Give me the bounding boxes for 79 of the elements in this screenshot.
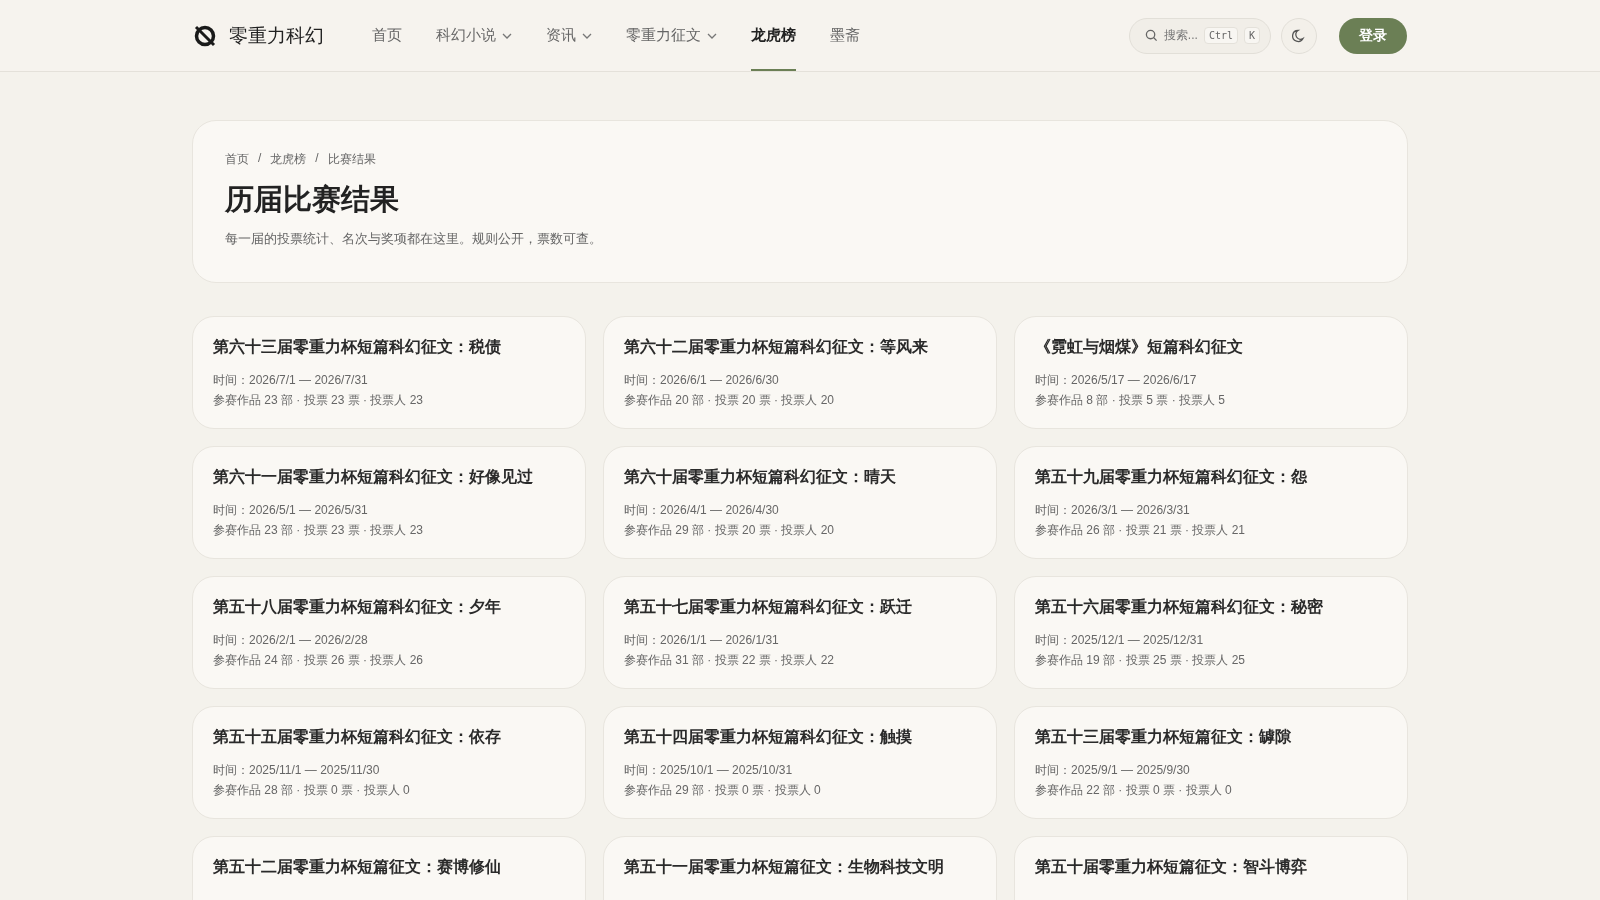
contest-stats: 参赛作品 22 部 · 投票 0 票 · 投票人 0 [1035, 782, 1233, 799]
contest-dates: 时间：2025/9/1 — 2025/9/30 [1035, 762, 1191, 779]
contest-card[interactable]: 第六十二届零重力杯短篇科幻征文：等风来 时间：2026/6/1 — 2026/6/30 参赛作品 20 部 · 投票 20 票 · 投票人 20 [603, 316, 997, 429]
contest-stats: 参赛作品 26 部 · 投票 21 票 · 投票人 21 [1035, 522, 1247, 539]
contest-card[interactable]: 第五十三届零重力杯短篇征文：罅隙 时间：2025/9/1 — 2025/9/30 参赛作品 22 部 · 投票 0 票 · 投票人 0 [1014, 706, 1408, 819]
contest-dates: 时间：2026/4/1 — 2026/4/30 [624, 502, 780, 519]
breadcrumb-separator: / [258, 151, 262, 167]
contest-title: 第五十九届零重力杯短篇科幻征文：怨 [1035, 467, 1308, 488]
contest-title: 第六十二届零重力杯短篇科幻征文：等风来 [624, 337, 929, 358]
contest-card[interactable]: 《霓虹与烟煤》短篇科幻征文 时间：2026/5/17 — 2026/6/17 参赛作品 8 部 · 投票 5 票 · 投票人 5 [1014, 316, 1408, 429]
contest-title: 第六十一届零重力杯短篇科幻征文：好像见过 [213, 467, 534, 488]
contest-title: 第五十二届零重力杯短篇征文：赛博修仙 [213, 857, 502, 878]
contest-title: 第五十一届零重力杯短篇征文：生物科技文明 [624, 857, 945, 878]
page-title: 历届比赛结果 [225, 181, 400, 218]
contest-title: 第五十四届零重力杯短篇科幻征文：触摸 [624, 727, 913, 748]
shortcut-key: K [1243, 27, 1260, 44]
nav-link[interactable]: 龙虎榜 [751, 0, 796, 71]
contest-stats: 参赛作品 29 部 · 投票 0 票 · 投票人 0 [624, 782, 822, 799]
nav-link[interactable]: 首页 [372, 0, 402, 71]
contest-stats: 参赛作品 23 部 · 投票 23 票 · 投票人 23 [213, 392, 425, 409]
shortcut-key: Ctrl [1203, 27, 1238, 44]
contest-stats: 参赛作品 8 部 · 投票 5 票 · 投票人 5 [1035, 392, 1227, 409]
contest-dates: 时间：2026/1/1 — 2026/1/31 [624, 632, 780, 649]
nav-link[interactable]: 墨斋 [830, 0, 860, 71]
contest-stats: 参赛作品 23 部 · 投票 23 票 · 投票人 23 [213, 522, 425, 539]
contest-title: 第五十五届零重力杯短篇科幻征文：依存 [213, 727, 502, 748]
contest-stats: 参赛作品 19 部 · 投票 25 票 · 投票人 25 [1035, 652, 1247, 669]
contest-card[interactable]: 第五十六届零重力杯短篇科幻征文：秘密 时间：2025/12/1 — 2025/12/31 参赛作品 19 部 · 投票 25 票 · 投票人 25 [1014, 576, 1408, 689]
contest-title: 第五十七届零重力杯短篇科幻征文：跃迁 [624, 597, 913, 618]
contest-dates: 时间：2026/6/1 — 2026/6/30 [624, 372, 780, 389]
contest-stats: 参赛作品 20 部 · 投票 20 票 · 投票人 20 [624, 392, 836, 409]
contest-title: 第五十八届零重力杯短篇科幻征文：夕年 [213, 597, 502, 618]
contest-title: 第六十届零重力杯短篇科幻征文：晴天 [624, 467, 897, 488]
contest-dates: 时间：2025/11/1 — 2025/11/30 [213, 762, 381, 779]
chevron-down-icon [582, 32, 592, 39]
breadcrumb-separator: / [315, 151, 319, 167]
breadcrumb-link[interactable]: 比赛结果 [327, 151, 376, 168]
contest-title: 第五十六届零重力杯短篇科幻征文：秘密 [1035, 597, 1324, 618]
nav-link[interactable]: 资讯 [546, 0, 592, 71]
contest-stats: 参赛作品 28 部 · 投票 0 票 · 投票人 0 [213, 782, 411, 799]
site-title[interactable]: 零重力科幻 [229, 22, 324, 49]
contest-dates: 时间：2026/5/1 — 2026/5/31 [213, 502, 369, 519]
contest-card[interactable]: 第五十七届零重力杯短篇科幻征文：跃迁 时间：2026/1/1 — 2026/1/31 参赛作品 31 部 · 投票 22 票 · 投票人 22 [603, 576, 997, 689]
contest-card[interactable]: 第五十四届零重力杯短篇科幻征文：触摸 时间：2025/10/1 — 2025/10/31 参赛作品 29 部 · 投票 0 票 · 投票人 0 [603, 706, 997, 819]
contest-dates: 时间：2026/3/1 — 2026/3/31 [1035, 502, 1191, 519]
search-icon [1144, 29, 1158, 42]
contest-dates: 时间：2026/7/1 — 2026/7/31 [213, 372, 369, 389]
contest-card[interactable]: 第五十一届零重力杯短篇征文：生物科技文明 [603, 836, 997, 900]
contest-title: 《霓虹与烟煤》短篇科幻征文 [1035, 337, 1244, 358]
chevron-down-icon [502, 32, 512, 39]
breadcrumb-link[interactable]: 龙虎榜 [270, 151, 307, 168]
contest-card[interactable]: 第六十三届零重力杯短篇科幻征文：税债 时间：2026/7/1 — 2026/7/31 参赛作品 23 部 · 投票 23 票 · 投票人 23 [192, 316, 586, 429]
contest-dates: 时间：2025/10/1 — 2025/10/31 [624, 762, 794, 779]
contest-card[interactable]: 第五十二届零重力杯短篇征文：赛博修仙 [192, 836, 586, 900]
dark-mode-button[interactable] [1281, 17, 1317, 54]
logo-icon[interactable] [193, 23, 217, 48]
login-button[interactable]: 登录 [1339, 17, 1407, 54]
page-subtitle: 每一届的投票统计、名次与奖项都在这里。规则公开，票数可查。 [225, 230, 603, 248]
contest-card[interactable]: 第五十届零重力杯短篇征文：智斗博弈 [1014, 836, 1408, 900]
contest-dates: 时间：2025/12/1 — 2025/12/31 [1035, 632, 1205, 649]
contest-card[interactable]: 第五十五届零重力杯短篇科幻征文：依存 时间：2025/11/1 — 2025/11/30 参赛作品 28 部 · 投票 0 票 · 投票人 0 [192, 706, 586, 819]
breadcrumb-link[interactable]: 首页 [225, 151, 249, 168]
contest-card[interactable]: 第五十八届零重力杯短篇科幻征文：夕年 时间：2026/2/1 — 2026/2/28 参赛作品 24 部 · 投票 26 票 · 投票人 26 [192, 576, 586, 689]
chevron-down-icon [707, 32, 717, 39]
contest-card[interactable]: 第五十九届零重力杯短篇科幻征文：怨 时间：2026/3/1 — 2026/3/31 参赛作品 26 部 · 投票 21 票 · 投票人 21 [1014, 446, 1408, 559]
search-field[interactable]: 搜索... Ctrl K [1128, 17, 1271, 54]
nav-link[interactable]: 零重力征文 [626, 0, 717, 71]
nav-link[interactable]: 科幻小说 [436, 0, 512, 71]
contest-stats: 参赛作品 31 部 · 投票 22 票 · 投票人 22 [624, 652, 836, 669]
contest-card[interactable]: 第六十一届零重力杯短篇科幻征文：好像见过 时间：2026/5/1 — 2026/5/31 参赛作品 23 部 · 投票 23 票 · 投票人 23 [192, 446, 586, 559]
contest-dates: 时间：2026/5/17 — 2026/6/17 [1035, 372, 1198, 389]
contest-title: 第五十届零重力杯短篇征文：智斗博弈 [1035, 857, 1308, 878]
contest-dates: 时间：2026/2/1 — 2026/2/28 [213, 632, 369, 649]
contest-stats: 参赛作品 29 部 · 投票 20 票 · 投票人 20 [624, 522, 836, 539]
contest-title: 第五十三届零重力杯短篇征文：罅隙 [1035, 727, 1292, 748]
contest-stats: 参赛作品 24 部 · 投票 26 票 · 投票人 26 [213, 652, 425, 669]
contest-title: 第六十三届零重力杯短篇科幻征文：税债 [213, 337, 502, 358]
contest-card[interactable]: 第六十届零重力杯短篇科幻征文：晴天 时间：2026/4/1 — 2026/4/30 参赛作品 29 部 · 投票 20 票 · 投票人 20 [603, 446, 997, 559]
moon-icon [1291, 27, 1307, 44]
